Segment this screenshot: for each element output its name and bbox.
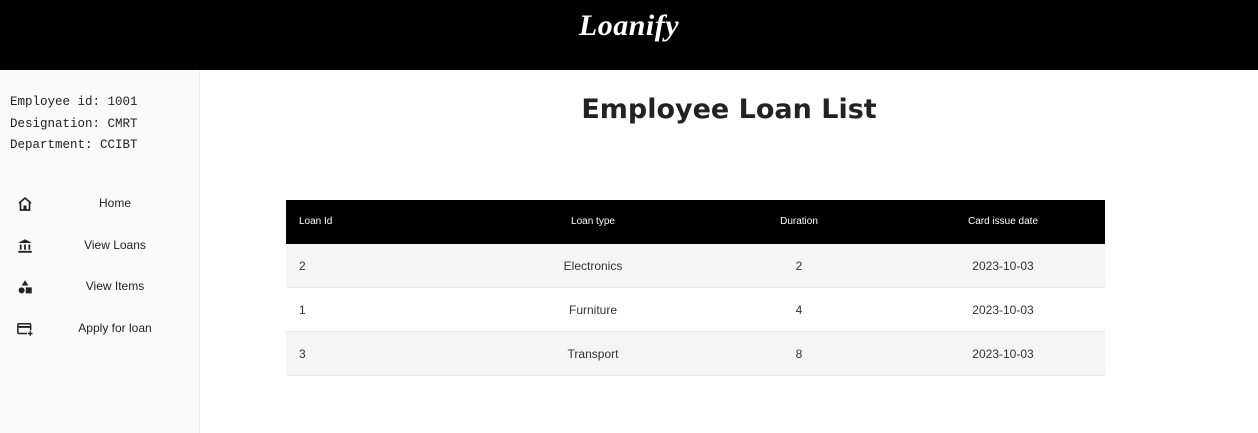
sidebar-item-view-items[interactable]: View Items [0, 270, 200, 312]
cell-loan-id: 2 [299, 259, 306, 273]
column-header-duration: Duration [780, 216, 818, 227]
table-row: 2 Electronics 2 2023-10-03 [286, 244, 1105, 288]
table-header: Loan Id Loan type Duration Card issue da… [286, 200, 1105, 244]
sidebar-item-label: View Items [85, 279, 145, 293]
column-header-card-issue-date: Card issue date [967, 216, 1039, 227]
sidebar-item-apply-for-loan[interactable]: Apply for loan [0, 312, 200, 354]
column-header-loan-id: Loan Id [299, 216, 333, 227]
page-title: Employee Loan List [581, 94, 877, 125]
column-header-loan-type: Loan type [571, 216, 615, 227]
cell-duration: 8 [795, 347, 803, 361]
sidebar-item-home[interactable]: Home [0, 187, 200, 229]
loan-table: Loan Id Loan type Duration Card issue da… [286, 200, 1105, 376]
top-bar: Loanify [0, 0, 1258, 70]
employee-info: Employee id: 1001 Designation: CMRT Depa… [10, 92, 138, 157]
cell-loan-id: 3 [299, 347, 306, 361]
cell-card-issue-date: 2023-10-03 [972, 259, 1034, 273]
cell-loan-type: Furniture [568, 303, 618, 317]
cell-card-issue-date: 2023-10-03 [972, 303, 1034, 317]
employee-id: Employee id: 1001 [10, 95, 138, 109]
cell-duration: 2 [795, 259, 803, 273]
cell-loan-type: Transport [567, 347, 619, 361]
cell-card-issue-date: 2023-10-03 [972, 347, 1034, 361]
cell-loan-type: Electronics [563, 259, 623, 273]
employee-designation: Designation: CMRT [10, 116, 138, 131]
sidebar-item-label: Home [98, 196, 131, 210]
sidebar-item-label: Apply for loan [78, 320, 152, 335]
sidebar-item-view-loans[interactable]: View Loans [0, 229, 200, 271]
app-logo[interactable]: Loanify [0, 9, 1258, 43]
sidebar-nav: Home View Loans View Items Apply for loa… [0, 187, 200, 353]
table-row: 1 Furniture 4 2023-10-03 [286, 288, 1105, 332]
employee-department: Department: CCIBT [10, 138, 138, 152]
sidebar-item-label: View Loans [84, 237, 146, 252]
cell-loan-id: 1 [299, 303, 306, 317]
sidebar: Employee id: 1001 Designation: CMRT Depa… [0, 70, 200, 433]
cell-duration: 4 [795, 303, 803, 317]
table-row: 3 Transport 8 2023-10-03 [286, 332, 1105, 376]
